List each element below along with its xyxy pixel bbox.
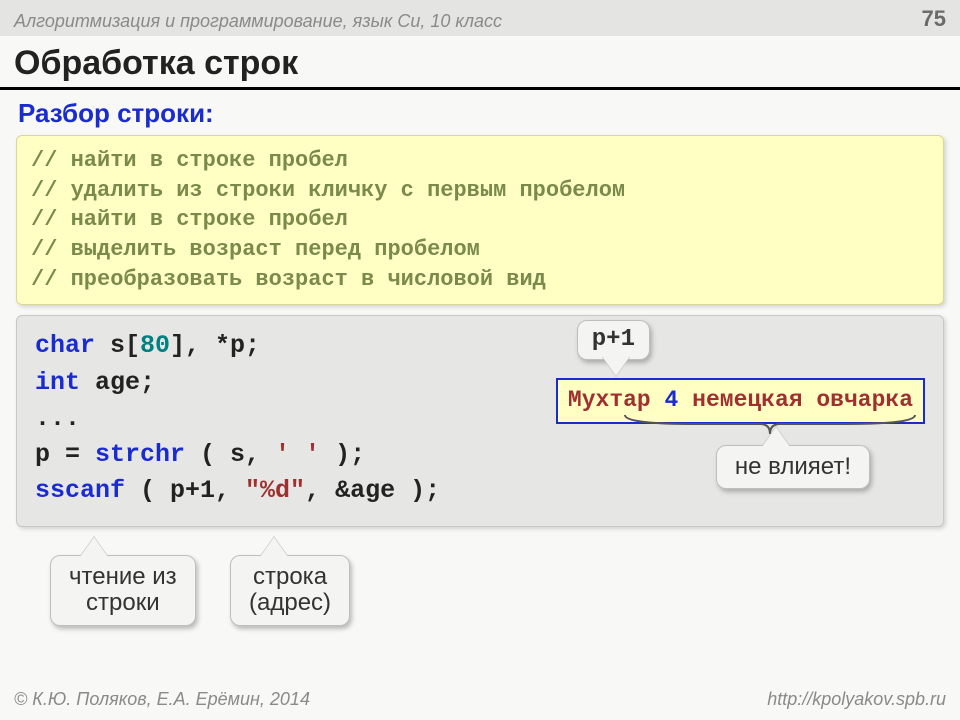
course-title: Алгоритмизация и программирование, язык … [14,11,502,32]
slide-subtitle: Разбор строки: [0,96,960,135]
slide-title: Обработка строк [0,36,960,90]
slide-footer: © К.Ю. Поляков, Е.А. Ерёмин, 2014 http:/… [14,689,946,710]
comment-line: // найти в строке пробел [31,205,929,235]
comment-line: // найти в строке пробел [31,146,929,176]
comment-line: // удалить из строки кличку с первым про… [31,176,929,206]
comment-line: // выделить возраст перед пробелом [31,235,929,265]
footer-url: http://kpolyakov.spb.ru [767,689,946,710]
code-line: char s[80], *p; [35,328,925,364]
callout-tail [260,537,288,557]
callout-string-address: строка (адрес) [230,555,350,626]
callout-read-from-string: чтение из строки [50,555,196,626]
callout-no-effect: не влияет! [716,445,870,489]
callout-tail [762,427,790,447]
callout-tail [80,537,108,557]
page-number: 75 [922,6,946,32]
callout-tail [602,356,630,376]
footer-authors: © К.Ю. Поляков, Е.А. Ерёмин, 2014 [14,689,310,710]
slide-header: Алгоритмизация и программирование, язык … [0,0,960,36]
comment-block: // найти в строке пробел // удалить из с… [16,135,944,305]
comment-line: // преобразовать возраст в числовой вид [31,265,929,295]
callout-p-plus-1: p+1 [577,320,650,360]
